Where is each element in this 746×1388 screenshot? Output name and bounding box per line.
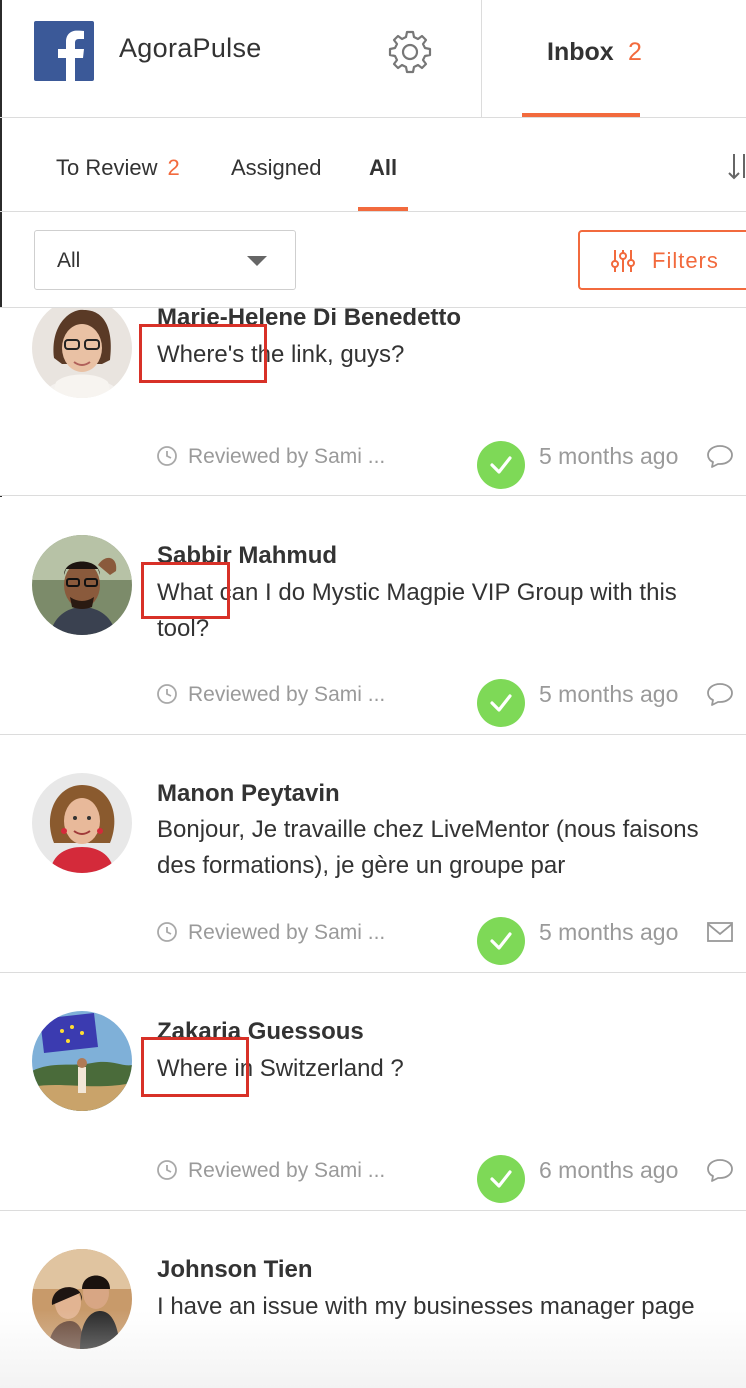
chevron-down-icon bbox=[247, 256, 267, 266]
tab-to-review-label: To Review bbox=[56, 155, 158, 180]
inbox-label: Inbox bbox=[547, 38, 614, 66]
gear-icon[interactable] bbox=[388, 30, 432, 74]
timestamp: 5 months ago bbox=[539, 443, 679, 469]
highlight-box bbox=[141, 562, 230, 619]
timestamp: 6 months ago bbox=[539, 1157, 679, 1183]
envelope-icon bbox=[706, 921, 734, 947]
review-status: Reviewed by Sami ... bbox=[156, 445, 385, 469]
inbox-count-badge: 2 bbox=[628, 38, 642, 66]
reviewed-by-text: Reviewed by Sami ... bbox=[188, 445, 386, 468]
avatar bbox=[32, 1249, 132, 1349]
list-item[interactable]: Johnson Tien I have an issue with my bus… bbox=[0, 1211, 746, 1388]
author-name: Manon Peytavin bbox=[157, 780, 340, 807]
to-review-count-badge: 2 bbox=[167, 155, 180, 180]
review-status: Reviewed by Sami ... bbox=[156, 683, 385, 707]
conversation-list: Marie-Helene Di Benedetto Where's the li… bbox=[0, 308, 746, 1388]
clock-icon bbox=[156, 445, 178, 467]
clock-icon bbox=[156, 1159, 178, 1181]
reviewed-by-text: Reviewed by Sami ... bbox=[188, 683, 386, 706]
filters-label: Filters bbox=[652, 248, 719, 273]
reviewed-by-text: Reviewed by Sami ... bbox=[188, 921, 386, 944]
timestamp: 5 months ago bbox=[539, 681, 679, 707]
list-item[interactable]: Zakaria Guessous Where in Switzerland ? … bbox=[0, 973, 746, 1211]
filters-button[interactable]: Filters bbox=[578, 230, 746, 290]
view-select-value: All bbox=[57, 249, 81, 272]
highlight-box bbox=[141, 1037, 249, 1097]
avatar bbox=[32, 535, 132, 635]
author-name: Johnson Tien bbox=[157, 1256, 313, 1283]
header: AgoraPulse Inbox 2 bbox=[0, 0, 746, 118]
reviewed-check-button[interactable] bbox=[477, 917, 525, 965]
tab-all[interactable]: All bbox=[369, 155, 397, 181]
reviewed-check-button[interactable] bbox=[477, 441, 525, 489]
tab-inbox[interactable]: Inbox 2 bbox=[522, 0, 642, 117]
reviewed-check-button[interactable] bbox=[477, 679, 525, 727]
comment-icon bbox=[706, 443, 734, 469]
review-status: Reviewed by Sami ... bbox=[156, 921, 385, 945]
avatar bbox=[32, 773, 132, 873]
tab-all-label: All bbox=[369, 155, 398, 180]
tab-to-review[interactable]: To Review 2 bbox=[56, 155, 180, 181]
message-preview: What can I do Mystic Magpie VIP Group wi… bbox=[157, 579, 677, 642]
message-preview: I have an issue with my businesses manag… bbox=[157, 1293, 695, 1320]
list-item[interactable]: Marie-Helene Di Benedetto Where's the li… bbox=[0, 308, 746, 496]
filter-row: All Filters bbox=[0, 212, 746, 308]
clock-icon bbox=[156, 921, 178, 943]
view-select[interactable]: All bbox=[34, 230, 296, 290]
account-name: AgoraPulse bbox=[119, 33, 262, 63]
sliders-icon bbox=[610, 248, 636, 274]
reviewed-by-text: Reviewed by Sami ... bbox=[188, 1159, 386, 1182]
comment-icon bbox=[706, 681, 734, 707]
header-divider bbox=[481, 0, 482, 117]
highlight-box bbox=[139, 324, 267, 383]
subtabs: To Review 2 Assigned All bbox=[0, 118, 746, 212]
active-tab-underline bbox=[358, 207, 408, 211]
reviewed-check-button[interactable] bbox=[477, 1155, 525, 1203]
inbox-tab-underline bbox=[522, 113, 640, 117]
tab-assigned[interactable]: Assigned bbox=[231, 155, 322, 181]
avatar bbox=[32, 1011, 132, 1111]
timestamp: 5 months ago bbox=[539, 919, 679, 945]
list-item[interactable]: Sabbir Mahmud What can I do Mystic Magpi… bbox=[0, 497, 746, 735]
avatar bbox=[32, 308, 132, 398]
sort-icon[interactable] bbox=[726, 150, 746, 184]
list-item[interactable]: Manon Peytavin Bonjour, Je travaille che… bbox=[0, 735, 746, 973]
facebook-logo-icon bbox=[34, 21, 94, 81]
review-status: Reviewed by Sami ... bbox=[156, 1159, 385, 1183]
clock-icon bbox=[156, 683, 178, 705]
tab-assigned-label: Assigned bbox=[231, 155, 322, 180]
message-preview: Bonjour, Je travaille chez LiveMentor (n… bbox=[157, 816, 699, 879]
comment-icon bbox=[706, 1157, 734, 1183]
